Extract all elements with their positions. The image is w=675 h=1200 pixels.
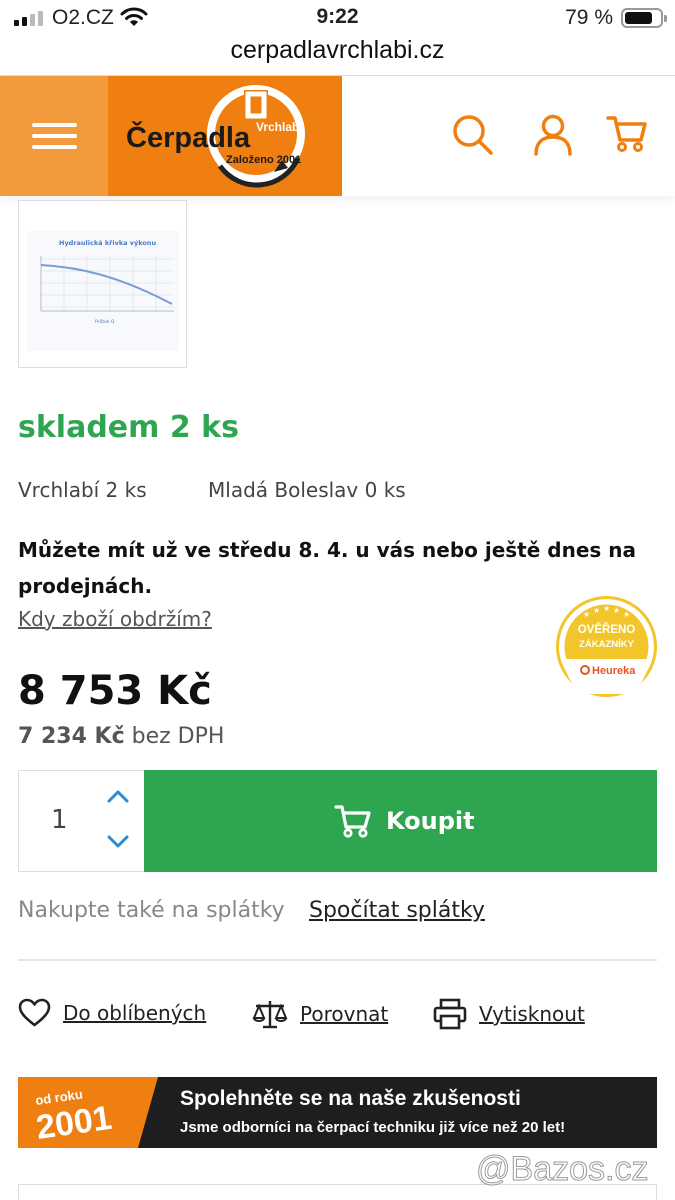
price-with-vat: 8 753 Kč <box>18 668 212 714</box>
price-without-vat-row: 7 234 Kč bez DPH <box>18 724 224 749</box>
favorites-label: Do oblíbených <box>63 1001 207 1025</box>
watermark: @Bazos.cz <box>475 1150 649 1189</box>
since-2001-badge: od roku 2001 <box>18 1077 158 1148</box>
search-icon[interactable] <box>452 114 494 156</box>
logo-sub: Vrchlabí <box>256 120 303 134</box>
chevron-down-icon[interactable] <box>107 835 129 849</box>
svg-text:★: ★ <box>593 606 600 615</box>
badge-brand: Heureka <box>592 665 636 677</box>
status-bar: O2.CZ 9:22 79 % <box>0 0 675 36</box>
svg-text:★: ★ <box>583 610 590 619</box>
scales-icon <box>252 1001 288 1029</box>
installments-text: Nakupte také na splátky <box>18 898 285 923</box>
badge-line1: OVĚŘENO <box>578 623 636 636</box>
printer-icon <box>433 998 467 1030</box>
heart-icon <box>18 998 51 1027</box>
badge-graphic: ★ ★ ★ ★ ★ OVĚŘENO ZÁKAZNÍKY Heureka <box>564 604 649 694</box>
menu-button[interactable] <box>0 76 108 196</box>
banner-subtitle: Jsme odborníci na čerpací techniku již v… <box>180 1119 566 1136</box>
logo-tagline: Založeno 2001 <box>226 154 302 166</box>
performance-curve-image: Hydraulická křivka výkonu Průtok Q <box>27 231 179 351</box>
battery-icon <box>621 8 667 28</box>
svg-text:★: ★ <box>603 604 610 613</box>
banner-title: Spolehněte se na naše zkušenosti <box>180 1087 521 1110</box>
print-button[interactable]: Vytisknout <box>433 998 585 1030</box>
thumb-xlabel: Průtok Q <box>95 318 115 325</box>
buy-button[interactable]: Koupit <box>144 770 657 872</box>
site-logo[interactable]: Čerpadla Vrchlabí Založeno 2001 <box>108 76 342 196</box>
battery-percent: 79 % <box>565 6 613 29</box>
user-icon[interactable] <box>533 114 573 156</box>
svg-text:★: ★ <box>613 606 620 615</box>
compare-label: Porovnat <box>300 1002 389 1026</box>
experience-banner[interactable]: od roku 2001 Spolehněte se na naše zkuše… <box>18 1077 657 1148</box>
chevron-up-icon[interactable] <box>107 789 129 803</box>
svg-text:★: ★ <box>623 610 630 619</box>
address-bar-url[interactable]: cerpadlavrchlabi.cz <box>0 36 675 65</box>
print-label: Vytisknout <box>479 1002 585 1026</box>
cart-icon[interactable] <box>606 114 648 154</box>
site-header: Čerpadla Vrchlabí Založeno 2001 <box>0 76 675 196</box>
branch-stock-vrchlabi: Vrchlabí 2 ks <box>18 478 147 502</box>
branch-stock-mlada-boleslav: Mladá Boleslav 0 ks <box>208 478 406 502</box>
delivery-info: Můžete mít už ve středu 8. 4. u vás nebo… <box>18 538 636 598</box>
installments-link[interactable]: Spočítat splátky <box>309 898 485 923</box>
cart-icon <box>334 805 371 838</box>
quantity-input[interactable]: 1 <box>51 805 68 835</box>
compare-button[interactable]: Porovnat <box>252 998 388 1030</box>
add-to-favorites-button[interactable]: Do oblíbených <box>18 998 206 1028</box>
stock-status: skladem 2 ks <box>18 410 239 445</box>
logo-name: Čerpadla <box>126 122 251 154</box>
heureka-verified-badge[interactable]: ★ ★ ★ ★ ★ OVĚŘENO ZÁKAZNÍKY Heureka <box>556 596 657 697</box>
price-without-vat: 7 234 Kč <box>18 724 125 749</box>
price-without-vat-suffix: bez DPH <box>124 724 225 749</box>
divider <box>18 959 657 961</box>
buy-button-label: Koupit <box>386 807 475 835</box>
thumb-title: Hydraulická křivka výkonu <box>59 238 157 247</box>
delivery-info-link[interactable]: Kdy zboží obdržím? <box>18 607 212 631</box>
badge-line2: ZÁKAZNÍKY <box>579 639 635 650</box>
quantity-stepper: 1 <box>18 770 144 872</box>
product-thumbnail[interactable]: Hydraulická křivka výkonu Průtok Q <box>18 200 187 368</box>
